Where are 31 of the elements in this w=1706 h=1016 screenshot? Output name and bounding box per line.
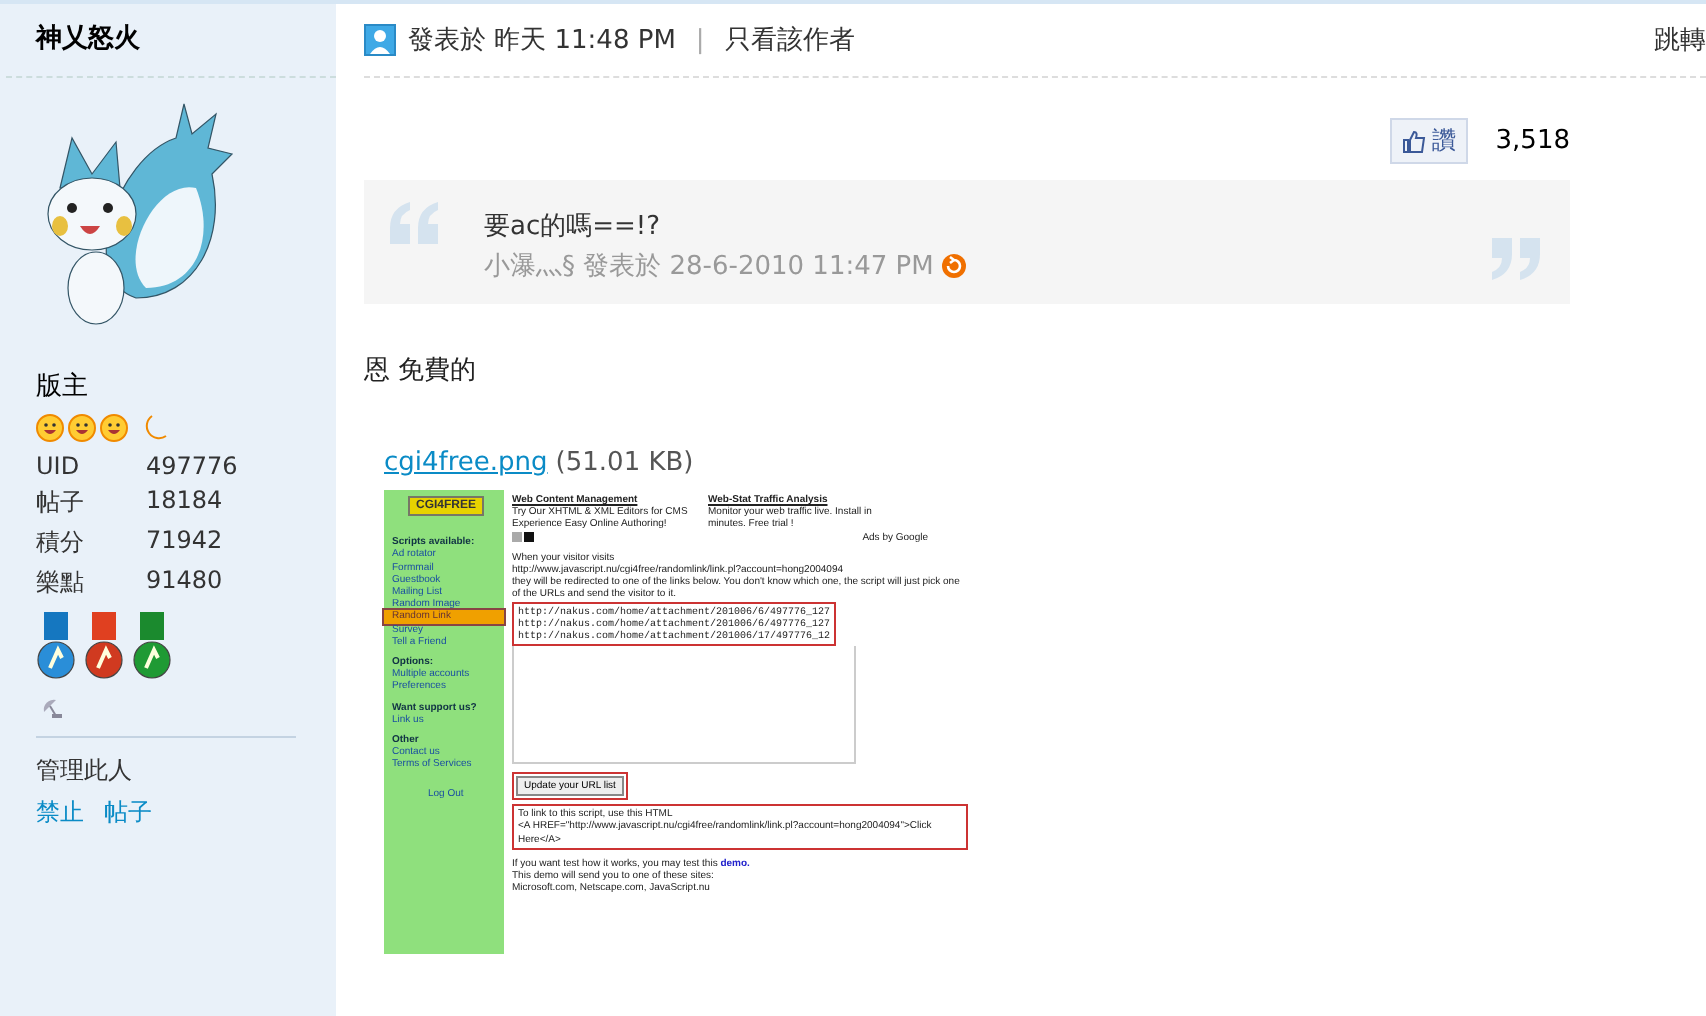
post-time: 發表於 昨天 11:48 PM xyxy=(408,24,676,58)
author-only-link[interactable]: 只看該作者 xyxy=(724,22,855,58)
stat-label: 帖子 xyxy=(36,486,86,520)
quote-text: 要ac的嗎==!? xyxy=(484,210,663,244)
rank-label: 版主 xyxy=(36,370,90,404)
thumbs-up-icon xyxy=(1401,129,1426,153)
username[interactable]: 神乂怒火 xyxy=(6,20,336,78)
separator: | xyxy=(695,25,705,55)
stat-value: 91480 xyxy=(146,566,225,598)
manage-link[interactable]: 禁止 xyxy=(36,798,84,826)
open-quote-icon xyxy=(388,200,444,248)
manage-label: 管理此人 xyxy=(36,756,132,784)
quote-byline: 小瀑灬§ 發表於 28-6-2010 11:47 PM xyxy=(484,250,934,284)
stat-label: UID xyxy=(36,452,82,480)
rank-stars-icon xyxy=(36,412,168,444)
message-text: 恩 免費的 xyxy=(364,356,477,386)
stat-label: 積分 xyxy=(36,526,86,560)
user-icon xyxy=(364,24,396,56)
return-arrow-icon[interactable] xyxy=(941,254,966,278)
stat-value: 497776 xyxy=(146,452,240,480)
stat-label: 樂點 xyxy=(36,566,86,600)
close-quote-icon xyxy=(1490,236,1546,284)
stat-value: 71942 xyxy=(146,526,225,558)
stat-value: 18184 xyxy=(146,486,225,518)
attachment-size: (51.01 KB) xyxy=(555,448,694,478)
like-count: 3,518 xyxy=(1495,126,1570,156)
text-area[interactable] xyxy=(512,646,856,765)
attachment-link[interactable]: cgi4free.png xyxy=(384,448,548,478)
like-button[interactable]: 讚 xyxy=(1389,118,1468,164)
jump-link[interactable]: 跳轉 xyxy=(1654,22,1706,58)
manage-link[interactable]: 帖子 xyxy=(104,798,152,826)
